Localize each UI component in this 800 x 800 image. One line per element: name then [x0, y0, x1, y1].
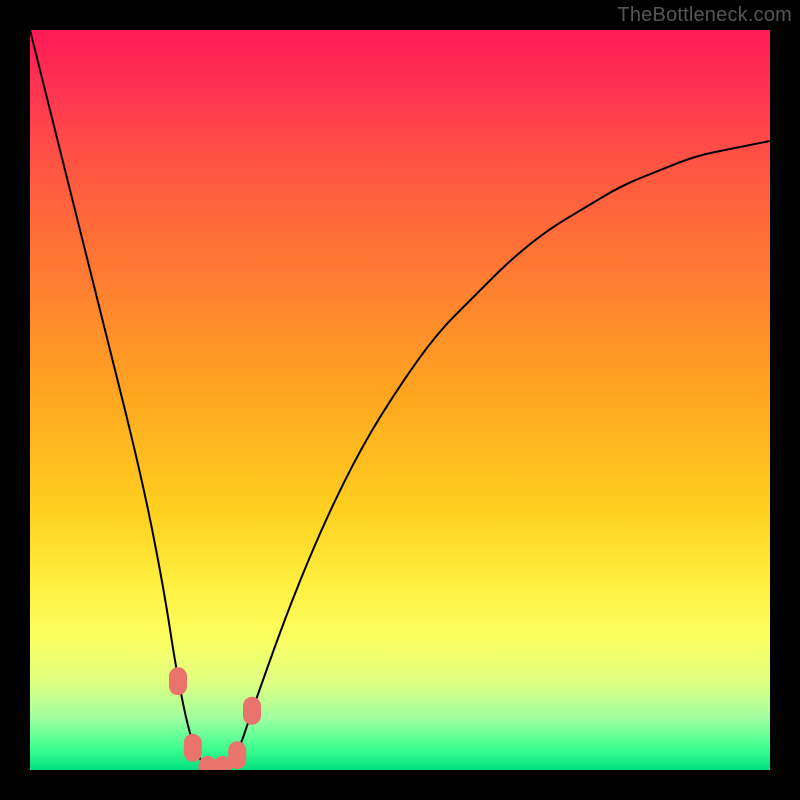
- curve-markers: [169, 667, 261, 770]
- plot-frame: [30, 30, 770, 770]
- bottleneck-chart: [30, 30, 770, 770]
- marker-point: [228, 741, 246, 769]
- marker-point: [243, 697, 261, 725]
- marker-point: [184, 734, 202, 762]
- attribution-text: TheBottleneck.com: [617, 4, 792, 27]
- marker-point: [169, 667, 187, 695]
- bottleneck-curve: [30, 30, 770, 770]
